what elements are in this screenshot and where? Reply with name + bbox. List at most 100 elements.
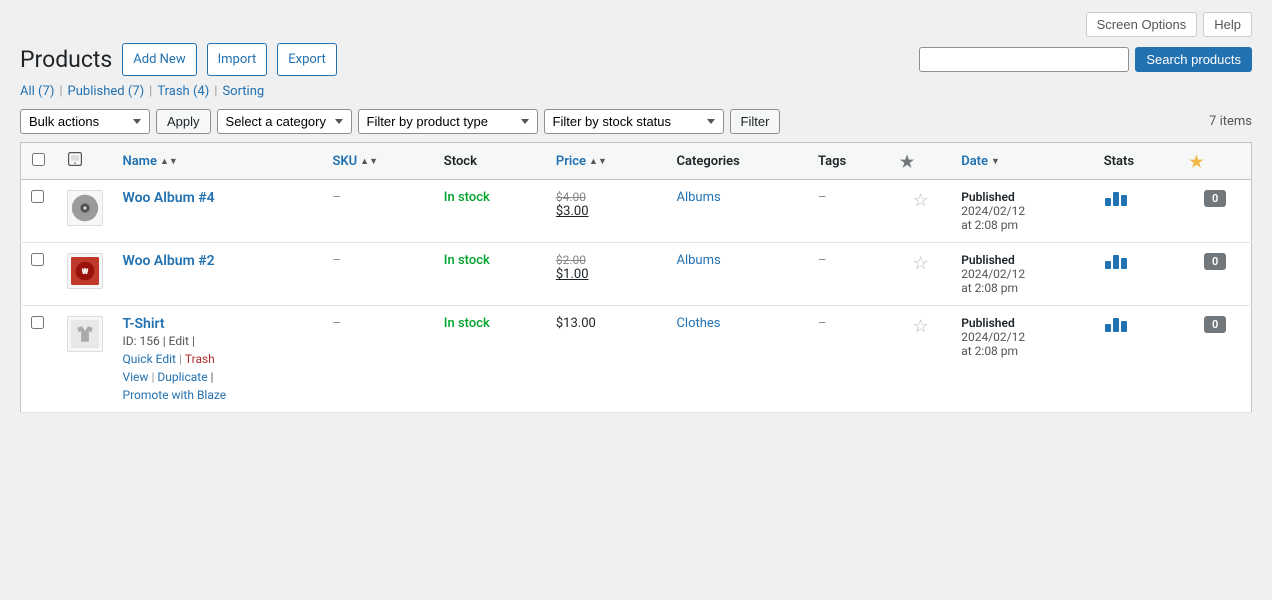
promote-link[interactable]: Promote with Blaze [123, 388, 227, 402]
price-sale[interactable]: $1.00 [556, 267, 657, 282]
row-checkbox[interactable] [31, 316, 44, 329]
product-name-link[interactable]: T-Shirt [123, 316, 165, 332]
row-checkbox[interactable] [31, 190, 44, 203]
filter-trash[interactable]: Trash (4) [157, 84, 209, 99]
row-checkbox[interactable] [31, 253, 44, 266]
product-type-select[interactable]: Filter by product type [358, 109, 538, 134]
stock-status-select[interactable]: Filter by stock status [544, 109, 724, 134]
row-date-cell: Published 2024/02/12 at 2:08 pm [951, 243, 1093, 306]
category-link[interactable]: Albums [676, 253, 720, 268]
sort-name-icon: ▲▼ [160, 156, 178, 167]
product-thumbnail [67, 316, 103, 352]
stock-status: In stock [444, 253, 490, 268]
badge-count: 0 [1204, 253, 1226, 270]
row-badge-cell: 0 [1179, 243, 1251, 306]
trash-link[interactable]: Trash [185, 352, 215, 366]
col-categories: Categories [666, 143, 808, 180]
view-link[interactable]: View [123, 370, 149, 384]
col-sku[interactable]: SKU ▲▼ [322, 143, 433, 180]
featured-star[interactable]: ☆ [912, 190, 928, 211]
add-new-button[interactable]: Add New [122, 43, 196, 76]
row-price-cell: $13.00 [546, 306, 667, 413]
sort-name-link[interactable]: Name ▲▼ [123, 154, 178, 169]
sku-value: – [332, 190, 341, 205]
sep3: | [214, 84, 217, 99]
bulk-actions-select[interactable]: Bulk actions [20, 109, 150, 134]
row-sku-cell: – [322, 180, 433, 243]
sort-price-link[interactable]: Price ▲▼ [556, 154, 607, 169]
col-checkbox [21, 143, 57, 180]
featured-star[interactable]: ☆ [912, 253, 928, 274]
row-thumb-cell [57, 180, 113, 243]
row-price-cell: $2.00$1.00 [546, 243, 667, 306]
row-stats-cell [1094, 243, 1180, 306]
col-stock: Stock [434, 143, 546, 180]
product-name-link[interactable]: Woo Album #2 [123, 253, 215, 269]
date-published: Published 2024/02/12 at 2:08 pm [961, 316, 1083, 358]
table-header-row: Name ▲▼ SKU ▲▼ Stock Price ▲▼ [21, 143, 1252, 180]
filter-all[interactable]: All (7) [20, 84, 54, 99]
export-button[interactable]: Export [277, 43, 337, 76]
duplicate-link[interactable]: Duplicate [157, 370, 207, 384]
row-badge-cell: 0 [1179, 180, 1251, 243]
quick-edit-link[interactable]: Quick Edit [123, 352, 176, 366]
stats-bar[interactable] [1104, 190, 1170, 208]
tags-value: – [818, 190, 827, 205]
category-link[interactable]: Albums [676, 190, 720, 205]
price-original: $2.00 [556, 253, 657, 267]
items-count: 7 items [1209, 114, 1252, 129]
filter-sorting[interactable]: Sorting [222, 84, 264, 99]
sort-date-icon: ▼ [991, 156, 1000, 167]
product-name-link[interactable]: Woo Album #4 [123, 190, 215, 206]
search-products-button[interactable]: Search products [1135, 47, 1252, 72]
search-box: Search products [919, 47, 1252, 72]
category-link[interactable]: Clothes [676, 316, 720, 331]
row-featured-cell: ☆ [890, 243, 951, 306]
stats-bar[interactable] [1104, 316, 1170, 334]
col-name[interactable]: Name ▲▼ [113, 143, 323, 180]
apply-button[interactable]: Apply [156, 109, 211, 134]
sep1: | [59, 84, 62, 99]
row-checkbox-cell [21, 306, 57, 413]
products-table: Name ▲▼ SKU ▲▼ Stock Price ▲▼ [20, 142, 1252, 413]
stats-bar[interactable] [1104, 253, 1170, 271]
screen-options-button[interactable]: Screen Options [1086, 12, 1198, 37]
import-button[interactable]: Import [207, 43, 268, 76]
select-all-checkbox[interactable] [32, 153, 45, 166]
col-price[interactable]: Price ▲▼ [546, 143, 667, 180]
row-categories-cell: Clothes [666, 306, 808, 413]
category-select[interactable]: Select a category [217, 109, 352, 134]
row-stats-cell [1094, 180, 1180, 243]
sort-price-icon: ▲▼ [589, 156, 607, 167]
filter-published[interactable]: Published (7) [68, 84, 145, 99]
price-original: $4.00 [556, 190, 657, 204]
row-sku-cell: – [322, 306, 433, 413]
row-featured-cell: ☆ [890, 180, 951, 243]
stock-status: In stock [444, 316, 490, 331]
search-input[interactable] [919, 47, 1129, 72]
tablenav: Bulk actions Apply Select a category Fil… [20, 109, 1252, 134]
price-sale[interactable]: $3.00 [556, 204, 657, 219]
sort-sku-link[interactable]: SKU ▲▼ [332, 154, 378, 169]
date-published: Published 2024/02/12 at 2:08 pm [961, 190, 1083, 232]
stock-status: In stock [444, 190, 490, 205]
sku-value: – [332, 316, 341, 331]
filter-button[interactable]: Filter [730, 109, 781, 134]
row-tags-cell: – [808, 243, 890, 306]
col-date[interactable]: Date ▼ [951, 143, 1093, 180]
row-name-cell: T-Shirt ID: 156 | Edit | Quick Edit|Tras… [113, 306, 323, 413]
row-name-cell: Woo Album #4 [113, 180, 323, 243]
help-button[interactable]: Help [1203, 12, 1252, 37]
sort-date-link[interactable]: Date ▼ [961, 154, 1000, 169]
row-sku-cell: – [322, 243, 433, 306]
col-badge: ★ [1179, 143, 1251, 180]
row-thumb-cell [57, 306, 113, 413]
row-tags-cell: – [808, 180, 890, 243]
product-thumbnail: W [67, 253, 103, 289]
featured-star[interactable]: ☆ [912, 316, 928, 337]
page-title-area: Products Add New Import Export [20, 43, 337, 76]
date-published: Published 2024/02/12 at 2:08 pm [961, 253, 1083, 295]
page-title: Products [20, 45, 112, 75]
edit-link[interactable]: Edit [169, 334, 189, 348]
row-actions-2: View|Duplicate | [123, 370, 313, 384]
